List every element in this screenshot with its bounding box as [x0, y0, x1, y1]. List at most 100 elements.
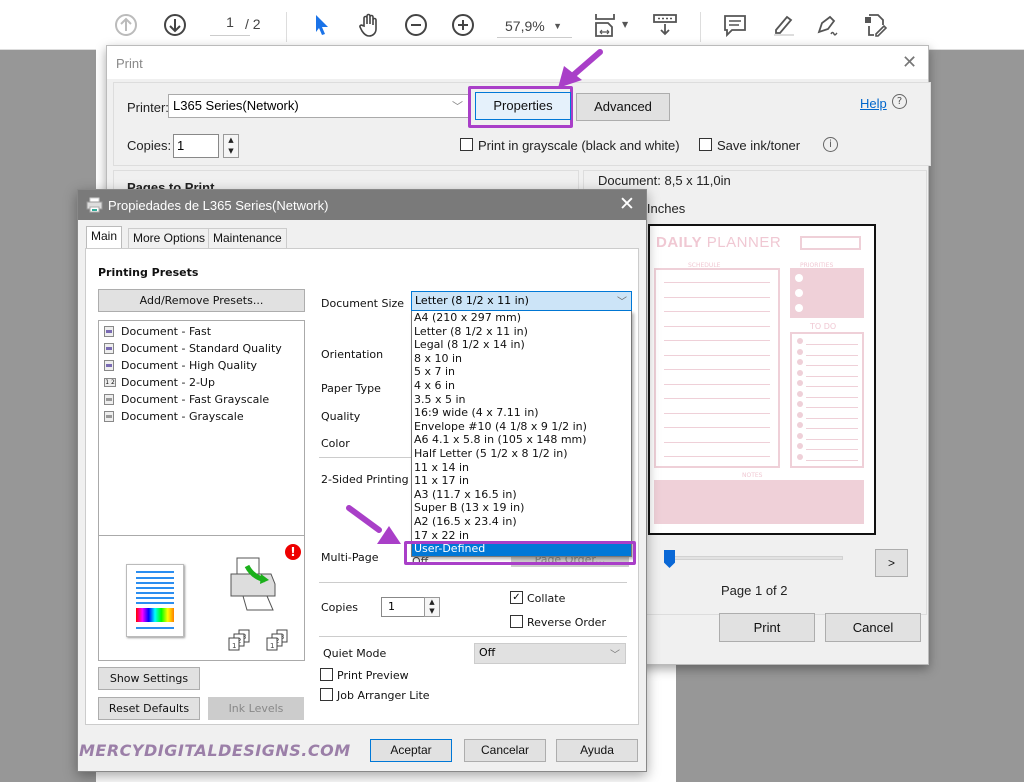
grayscale-label: Print in grayscale (black and white) [478, 138, 680, 153]
planner-notes-heading: NOTES [742, 472, 763, 479]
reset-defaults-button[interactable]: Reset Defaults [98, 697, 200, 720]
svg-text:1: 1 [232, 642, 236, 650]
planner-line [806, 396, 858, 398]
warning-icon: ! [285, 544, 301, 560]
save-ink-checkbox[interactable] [699, 138, 712, 151]
collate-label: Collate [527, 592, 566, 605]
planner-line [806, 407, 858, 408]
current-page-input[interactable]: 1 [210, 14, 250, 36]
preset-item[interactable]: Document - Standard Quality [99, 340, 304, 357]
properties-button[interactable]: Properties [475, 92, 571, 120]
document-size-option[interactable]: A4 (210 x 297 mm) [412, 311, 631, 325]
preset-item[interactable]: Document - Fast Grayscale [99, 391, 304, 408]
quiet-mode-select[interactable]: Off ﹀ [474, 643, 626, 664]
collate-pages-icon: 3 2 1 [228, 629, 250, 651]
close-icon[interactable]: ✕ [902, 52, 917, 73]
print-button[interactable]: Print [719, 613, 815, 642]
zoom-level-select[interactable]: 57,9% ▼ [497, 14, 572, 38]
help-button[interactable]: Ayuda [556, 739, 638, 762]
document-size-option[interactable]: 11 x 17 in [412, 474, 631, 488]
printer-feed-icon [230, 557, 276, 611]
document-size-option[interactable]: 11 x 14 in [412, 461, 631, 475]
add-remove-presets-button[interactable]: Add/Remove Presets... [98, 289, 305, 312]
user-defined-highlight-box [404, 541, 636, 565]
advanced-button[interactable]: Advanced [576, 93, 670, 121]
scroll-mode-icon[interactable] [652, 12, 678, 38]
paper-type-label: Paper Type [321, 382, 381, 395]
reverse-order-checkbox[interactable] [510, 615, 523, 628]
zoom-out-icon[interactable] [403, 12, 429, 38]
document-size-option[interactable]: 8 x 10 in [412, 352, 631, 366]
planner-line [664, 412, 770, 414]
tab-more-options[interactable]: More Options [128, 228, 211, 248]
document-size-readout: Document: 8,5 x 11,0in [598, 173, 731, 188]
print-preview-checkbox[interactable] [320, 668, 333, 681]
hand-pan-icon[interactable] [356, 12, 382, 38]
planner-schedule-box [654, 268, 780, 468]
cancel-button[interactable]: Cancelar [464, 739, 546, 762]
chevron-down-icon: ▼ [553, 21, 562, 31]
page-slider-track[interactable] [667, 556, 843, 560]
planner-line [664, 427, 770, 428]
document-size-option[interactable]: 16:9 wide (4 x 7.11 in) [412, 406, 631, 420]
planner-line [806, 417, 858, 419]
help-question-icon[interactable]: ? [892, 94, 907, 109]
main-tab-panel: Printing Presets Add/Remove Presets... D… [85, 248, 639, 725]
document-color-icon [104, 343, 114, 354]
two-sided-printing-label: 2-Sided Printing [321, 473, 409, 486]
document-gray-icon [104, 411, 114, 422]
document-size-option[interactable]: Half Letter (5 1/2 x 8 1/2 in) [412, 447, 631, 461]
tab-main[interactable]: Main [86, 226, 123, 249]
info-icon[interactable]: i [823, 137, 838, 152]
document-size-option[interactable]: A3 (11.7 x 16.5 in) [412, 488, 631, 502]
document-size-option[interactable]: 5 x 7 in [412, 365, 631, 379]
select-cursor-icon[interactable] [308, 12, 334, 38]
ok-button[interactable]: Aceptar [370, 739, 452, 762]
orientation-label: Orientation [321, 348, 384, 361]
close-icon[interactable]: ✕ [619, 193, 635, 215]
document-size-option[interactable]: 4 x 6 in [412, 379, 631, 393]
document-size-option[interactable]: Legal (8 1/2 x 14 in) [412, 338, 631, 352]
copies-input[interactable]: 1 [381, 597, 425, 617]
job-arranger-checkbox[interactable] [320, 688, 333, 701]
zoom-in-icon[interactable] [450, 12, 476, 38]
section-divider [319, 636, 627, 637]
preset-item[interactable]: Document - Fast [99, 323, 304, 340]
document-size-option[interactable]: Super B (13 x 19 in) [412, 501, 631, 515]
next-page-button[interactable]: > [875, 549, 908, 577]
document-size-option[interactable]: Letter (8 1/2 x 11 in) [412, 325, 631, 339]
copies-input[interactable]: 1 [173, 134, 219, 158]
page-down-icon[interactable] [162, 12, 188, 38]
planner-title: DAILY PLANNER [656, 234, 782, 251]
fit-page-icon[interactable] [592, 12, 618, 38]
printer-select[interactable]: L365 Series(Network) [168, 94, 470, 118]
document-size-option[interactable]: A2 (16.5 x 23.4 in) [412, 515, 631, 529]
help-link[interactable]: Help [860, 96, 887, 111]
page-up-icon[interactable] [113, 12, 139, 38]
preset-item[interactable]: 1 2 Document - 2-Up [99, 374, 304, 391]
sign-icon[interactable] [815, 12, 841, 38]
tab-maintenance[interactable]: Maintenance [208, 228, 287, 248]
print-dialog-title: Print [116, 56, 143, 71]
document-size-option[interactable]: 3.5 x 5 in [412, 393, 631, 407]
highlight-pen-icon[interactable] [770, 12, 796, 38]
copies-stepper[interactable]: ▲ ▼ [424, 597, 440, 617]
planner-todo-dot [797, 390, 803, 397]
preset-item[interactable]: Document - High Quality [99, 357, 304, 374]
cancel-button[interactable]: Cancel [825, 613, 921, 642]
planner-line [806, 344, 858, 345]
collate-checkbox[interactable]: ✓ [510, 591, 523, 604]
show-settings-button[interactable]: Show Settings [98, 667, 200, 690]
print-dialog-titlebar [107, 46, 928, 79]
comment-icon[interactable] [722, 12, 748, 38]
copies-stepper[interactable]: ▲ ▼ [223, 134, 239, 158]
planner-line [664, 340, 770, 341]
document-size-select[interactable]: Letter (8 1/2 x 11 in) ﹀ [411, 291, 632, 311]
planner-todo-dot [797, 411, 803, 418]
grayscale-checkbox[interactable] [460, 138, 473, 151]
document-size-option[interactable]: Envelope #10 (4 1/8 x 9 1/2 in) [412, 420, 631, 434]
fit-page-dropdown-icon[interactable]: ▼ [622, 20, 628, 29]
edit-pdf-icon[interactable] [862, 12, 888, 38]
preset-item[interactable]: Document - Grayscale [99, 408, 304, 425]
document-size-option[interactable]: A6 4.1 x 5.8 in (105 x 148 mm) [412, 433, 631, 447]
